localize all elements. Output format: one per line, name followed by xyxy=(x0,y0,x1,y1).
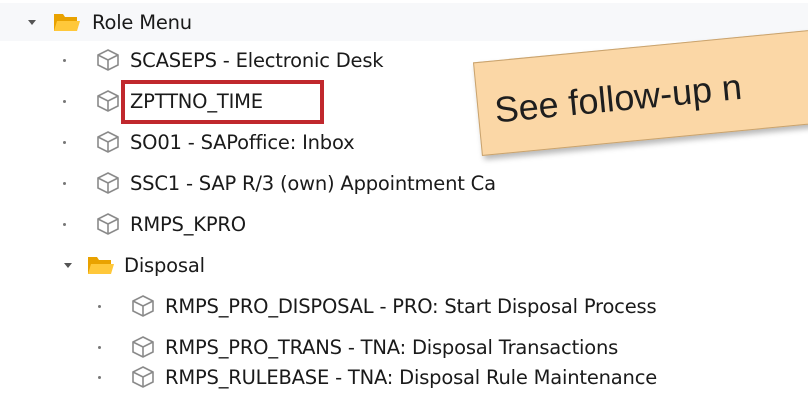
role-menu-tree: Role Menu SCASEPS - Electronic Desk ZPTT… xyxy=(0,0,808,390)
sticky-note-text: See follow-up n xyxy=(492,65,744,131)
sticky-note: See follow-up n xyxy=(472,27,808,156)
annotation-layer: See follow-up n xyxy=(0,0,808,390)
